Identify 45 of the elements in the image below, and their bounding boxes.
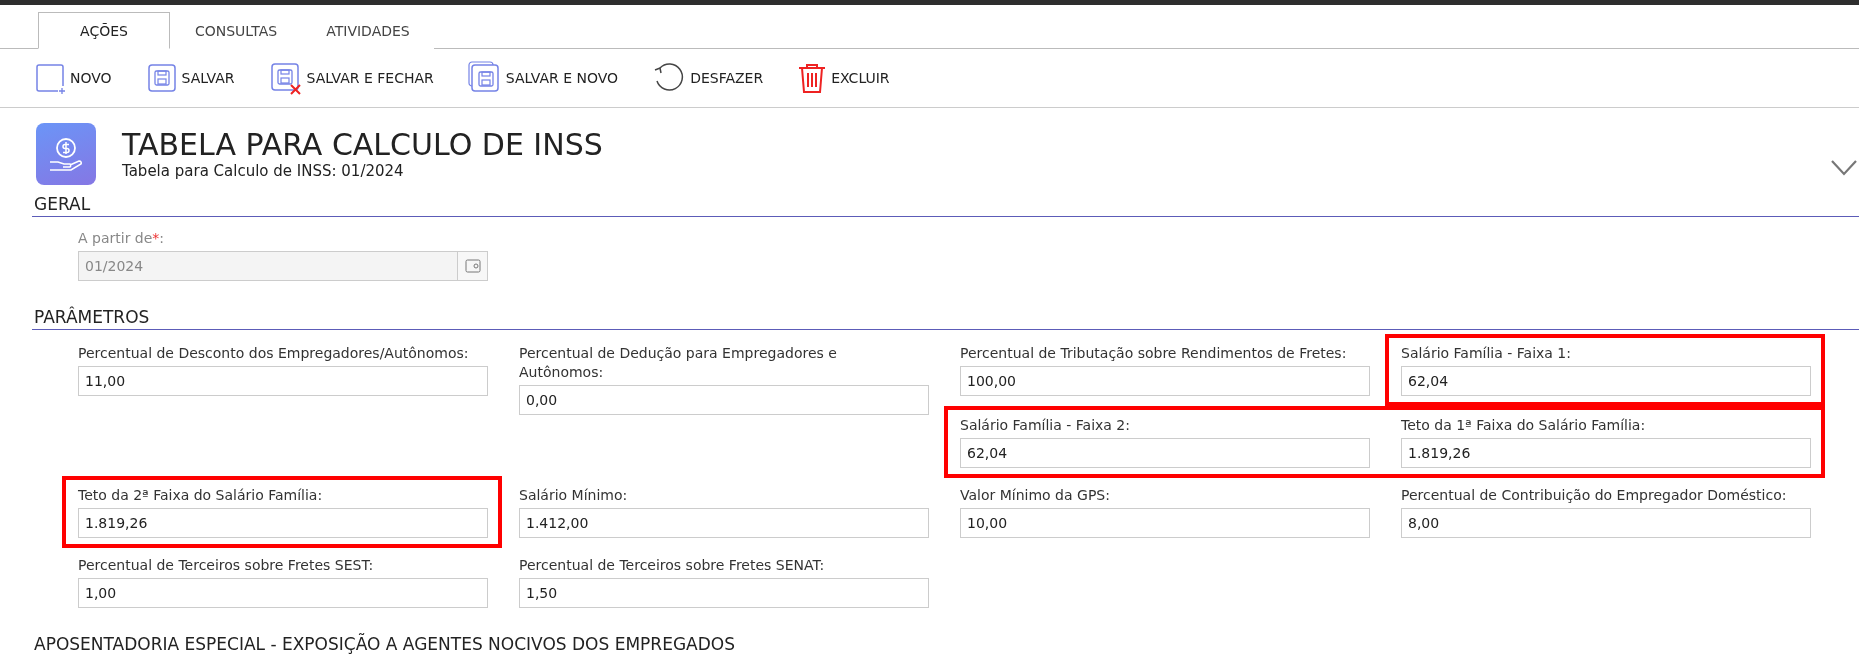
input-field[interactable]: 1.819,26 xyxy=(78,508,488,538)
input-field[interactable]: 1,00 xyxy=(78,578,488,608)
calendar-icon xyxy=(464,259,481,273)
field-label: A partir de*: xyxy=(78,230,165,246)
tab[interactable]: AÇÕES xyxy=(38,12,170,49)
field-label: Percentual de Terceiros sobre Fretes SEST: xyxy=(78,556,374,575)
input-field[interactable]: 10,00 xyxy=(960,508,1370,538)
toolbar-button[interactable]: NOVO xyxy=(34,62,112,94)
section-title: APOSENTADORIA ESPECIAL - EXPOSIÇÃO A AGENTES NOCIVOS DOS EMPREGADOS xyxy=(33,632,736,656)
input-field[interactable]: 0,00 xyxy=(519,385,929,415)
section-title: PARÂMETROS xyxy=(34,307,150,327)
chevron-down-icon[interactable] xyxy=(1831,160,1857,176)
new-document-icon xyxy=(34,62,66,94)
section-title: GERAL xyxy=(34,194,91,214)
input-field[interactable]: 8,00 xyxy=(1401,508,1811,538)
input-field[interactable]: 62,04 xyxy=(1401,366,1811,396)
input-field[interactable]: 1,50 xyxy=(519,578,929,608)
input-field[interactable]: 1.819,26 xyxy=(1401,438,1811,468)
field-label: Valor Mínimo da GPS: xyxy=(960,486,1110,505)
save-close-icon xyxy=(268,61,303,95)
field-label: Teto da 2ª Faixa do Salário Família: xyxy=(78,486,323,505)
toolbar-button[interactable]: EXCLUIR xyxy=(797,62,890,94)
field-label: Percentual de Contribuição do Empregador Doméstico: xyxy=(1401,486,1787,505)
save-copies-icon xyxy=(467,61,502,95)
field-label: Percentual de Dedução para Empregadores e Autônomos: xyxy=(519,344,838,382)
page-title: TABELA PARA CALCULO DE INSS xyxy=(122,128,603,162)
field-label: Teto da 1ª Faixa do Salário Família: xyxy=(1401,416,1646,435)
input-field[interactable]: 62,04 xyxy=(960,438,1370,468)
toolbar-button[interactable]: SALVAR E NOVO xyxy=(467,61,619,95)
toolbar-button[interactable]: SALVAR E FECHAR xyxy=(268,61,434,95)
trash-icon xyxy=(797,62,828,94)
page-subtitle: Tabela para Calculo de INSS: 01/2024 xyxy=(122,162,405,180)
field-label: Salário Família - Faixa 1: xyxy=(1401,344,1571,363)
field-label: Percentual de Terceiros sobre Fretes SENAT: xyxy=(519,556,825,575)
field-label: Salário Mínimo: xyxy=(519,486,628,505)
field-label: Salário Família - Faixa 2: xyxy=(960,416,1130,435)
toolbar-button[interactable]: SALVAR xyxy=(145,62,235,94)
save-icon xyxy=(145,62,178,94)
field-label: Percentual de Tributação sobre Rendimentos de Fretes: xyxy=(960,344,1347,363)
toolbar-button[interactable]: DESFAZER xyxy=(652,61,764,95)
field-label: Percentual de Desconto dos Empregadores/Autônomos: xyxy=(78,344,469,363)
input-field[interactable]: 100,00 xyxy=(960,366,1370,396)
input-field[interactable]: 1.412,00 xyxy=(519,508,929,538)
input-field[interactable]: 11,00 xyxy=(78,366,488,396)
app-icon xyxy=(36,123,96,185)
